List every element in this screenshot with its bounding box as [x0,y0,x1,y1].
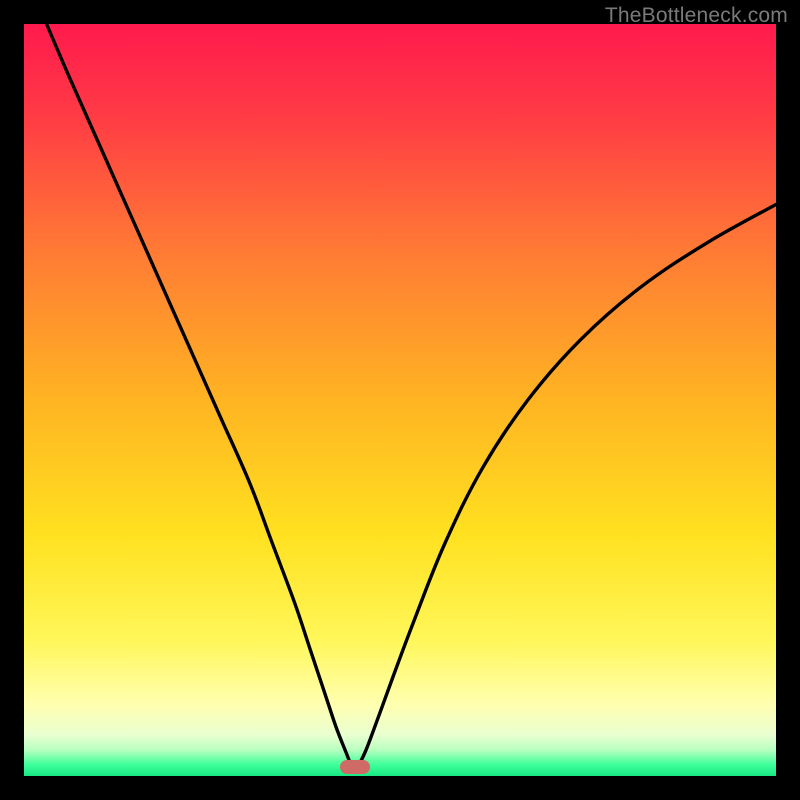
optimum-marker [340,760,370,774]
bottleneck-curve [24,24,776,776]
plot-area [24,24,776,776]
outer-frame: TheBottleneck.com [0,0,800,800]
watermark-text: TheBottleneck.com [605,4,788,28]
